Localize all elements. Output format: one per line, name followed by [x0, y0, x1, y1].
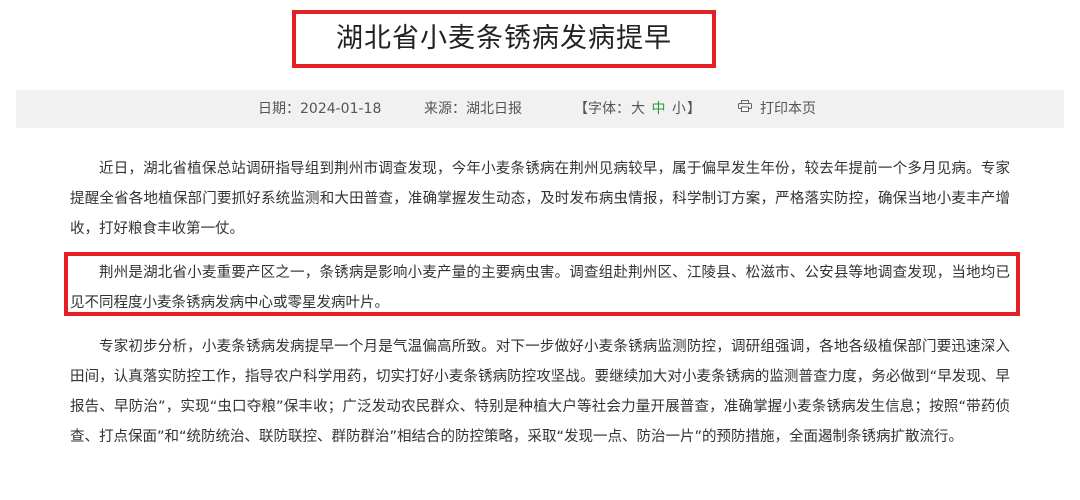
publish-date: 日期：2024-01-18 [258, 101, 382, 117]
font-size-label: 【字体： [574, 101, 630, 117]
article-paragraph-2: 荆州是湖北省小麦重要产区之一，条锈病是影响小麦产量的主要病虫害。调查组赴荆州区、… [70, 265, 1010, 311]
article-meta-bar: 日期：2024-01-18 来源：湖北日报 【字体：大 中 小】 打印本页 [16, 90, 1064, 128]
article-source: 来源：湖北日报 [424, 101, 522, 117]
print-page-link[interactable]: 打印本页 [738, 90, 816, 128]
printer-icon [738, 89, 752, 127]
font-size-large-link[interactable]: 大 [631, 101, 645, 117]
article-title: 湖北省小麦条锈病发病提早 [336, 23, 672, 54]
font-size-small-link[interactable]: 小 [672, 101, 686, 117]
font-size-switcher: 【字体：大 中 小】 [574, 90, 701, 128]
font-size-medium-link[interactable]: 中 [651, 101, 665, 117]
font-size-bracket-close: 】 [686, 101, 701, 117]
print-page-label: 打印本页 [760, 101, 816, 117]
article-paragraph-3: 专家初步分析，小麦条锈病发病提早一个月是气温偏高所致。对下一步做好小麦条锈病监测… [70, 339, 1010, 445]
article-paragraph-1: 近日，湖北省植保总站调研指导组到荆州市调查发现，今年小麦条锈病在荆州见病较早，属… [70, 161, 1010, 237]
